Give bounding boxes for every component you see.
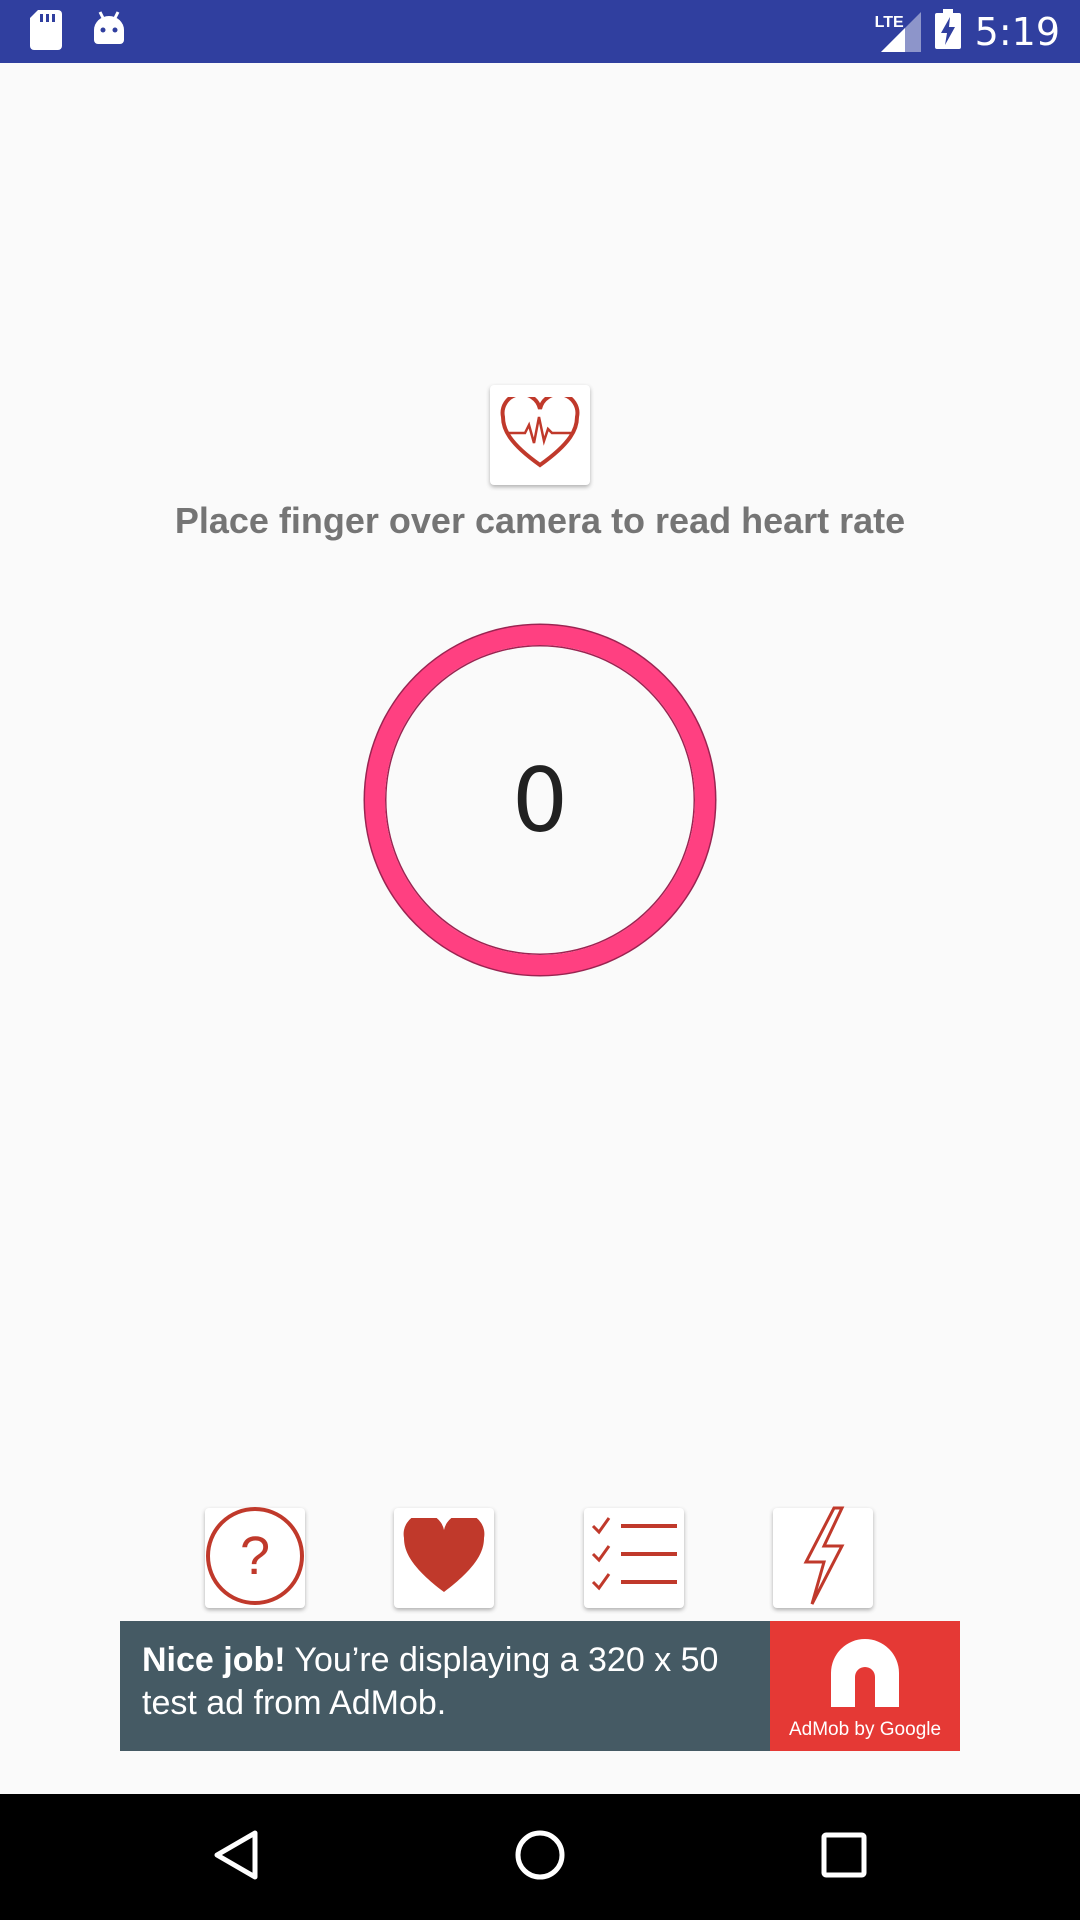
battery-charging-icon — [934, 9, 961, 54]
instruction-text: Place finger over camera to read heart r… — [174, 500, 906, 541]
recents-icon — [820, 1831, 868, 1884]
recents-button[interactable] — [814, 1827, 874, 1887]
bpm-display: 0 — [365, 625, 715, 975]
back-icon — [211, 1829, 261, 1886]
sd-card-icon — [30, 10, 62, 55]
ad-text: Nice job! You’re displaying a 320 x 50 t… — [120, 1621, 770, 1751]
home-icon — [514, 1829, 566, 1886]
ad-logo-caption: AdMob by Google — [788, 1719, 942, 1740]
history-button[interactable] — [584, 1508, 684, 1608]
bpm-value: 0 — [512, 748, 568, 852]
heart-icon — [402, 1513, 486, 1599]
android-icon — [92, 10, 126, 55]
admob-icon — [825, 1637, 905, 1718]
help-button[interactable]: ? — [205, 1506, 305, 1611]
ad-headline: Nice job! — [142, 1641, 286, 1679]
heart-pulse-icon — [499, 391, 581, 474]
checklist-icon — [589, 1516, 679, 1601]
flash-button[interactable] — [773, 1506, 873, 1611]
app-content: Place finger over camera to read heart r… — [0, 63, 1080, 1794]
svg-text:?: ? — [240, 1526, 270, 1586]
admob-logo: AdMob by Google — [770, 1621, 960, 1751]
heart-logo — [490, 385, 590, 485]
help-icon: ? — [205, 1506, 305, 1611]
status-bar: LTE 5:19 — [0, 0, 1080, 63]
ad-banner[interactable]: Nice job! You’re displaying a 320 x 50 t… — [120, 1621, 960, 1751]
home-button[interactable] — [510, 1827, 570, 1887]
flash-icon — [798, 1506, 848, 1611]
back-button[interactable] — [206, 1827, 266, 1887]
measure-button[interactable] — [394, 1508, 494, 1608]
lte-signal-icon: LTE — [875, 11, 921, 52]
clock: 5:19 — [974, 9, 1060, 54]
navigation-bar — [0, 1794, 1080, 1920]
